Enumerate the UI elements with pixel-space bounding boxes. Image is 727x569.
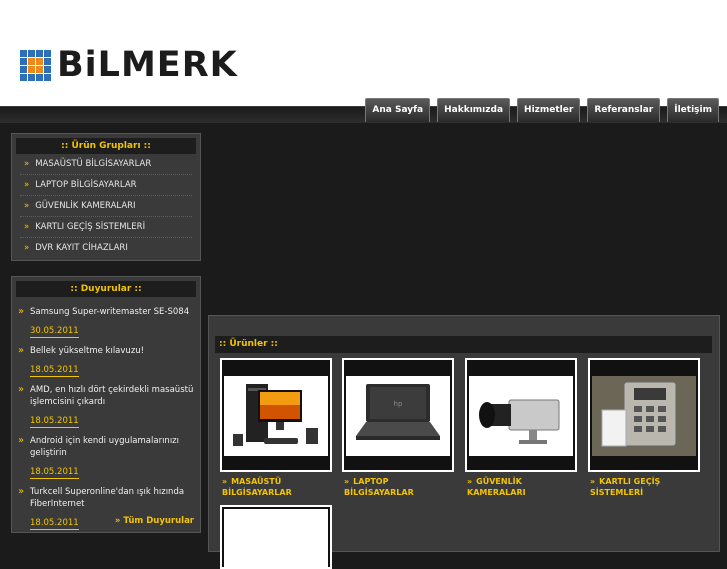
news-item-title[interactable]: Bellek yükseltme kılavuzu!	[30, 345, 196, 357]
product-groups-panel: :: Ürün Grupları :: » MASAÜSTÜ BİLGİSAYAR…	[11, 133, 201, 261]
nav-item-home[interactable]: Ana Sayfa	[365, 98, 431, 122]
product-image-frame[interactable]	[220, 358, 332, 472]
category-list: » MASAÜSTÜ BİLGİSAYARLAR » LAPTOP BİLGİSAY…	[20, 154, 192, 258]
news-item-date: 18.05.2011	[30, 467, 79, 479]
brand-logo[interactable]: BiLMERK	[20, 48, 238, 83]
chevron-right-icon: »	[18, 345, 25, 356]
laptop-image: hp	[346, 376, 450, 456]
product-card-extra[interactable]	[220, 505, 332, 569]
news-item-date: 30.05.2011	[30, 326, 79, 338]
product-label[interactable]: » MASAÜSTÜ BİLGİSAYARLAR	[220, 476, 332, 498]
category-label: LAPTOP BİLGİSAYARLAR	[35, 180, 137, 190]
nav-item-contact[interactable]: İletişim	[667, 98, 719, 122]
product-label[interactable]: » GÜVENLİK KAMERALARI	[465, 476, 577, 498]
chevron-right-icon: »	[18, 435, 25, 446]
chevron-right-icon: »	[222, 477, 228, 486]
chevron-right-icon: »	[467, 477, 473, 486]
product-image-frame[interactable]: hp	[342, 358, 454, 472]
product-card-access[interactable]: » KARTLI GEÇİŞ SİSTEMLERİ	[588, 358, 700, 498]
product-label-text: MASAÜSTÜ BİLGİSAYARLAR	[222, 477, 292, 497]
product-image-frame[interactable]	[588, 358, 700, 472]
chevron-right-icon: »	[344, 477, 350, 486]
news-item[interactable]: » Android için kendi uygulamalarınızı gel…	[16, 435, 196, 479]
chevron-right-icon: »	[18, 306, 25, 317]
nav-item-services[interactable]: Hizmetler	[517, 98, 581, 122]
chevron-right-icon: »	[24, 222, 30, 232]
category-label: GÜVENLİK KAMERALARI	[35, 201, 136, 211]
nav-item-references[interactable]: Referanslar	[587, 98, 661, 122]
svg-text:hp: hp	[394, 400, 403, 408]
news-item-title[interactable]: AMD, en hızlı dört çekirdekli masaüstü i…	[30, 384, 196, 408]
chevron-right-icon: »	[24, 180, 30, 190]
news-item-title[interactable]: Samsung Super-writemaster SE-S084	[30, 306, 196, 318]
all-news-link[interactable]: » Tüm Duyurular	[115, 516, 194, 526]
category-label: DVR KAYIT CİHAZLARI	[35, 243, 128, 253]
product-label-text: GÜVENLİK KAMERALARI	[467, 477, 526, 497]
category-item-access[interactable]: » KARTLI GEÇİŞ SİSTEMLERİ	[20, 217, 192, 238]
category-label: MASAÜSTÜ BİLGİSAYARLAR	[35, 159, 152, 169]
product-label[interactable]: » LAPTOP BİLGİSAYARLAR	[342, 476, 454, 498]
news-item-date: 18.05.2011	[30, 365, 79, 377]
products-title: :: Ürünler ::	[215, 336, 712, 353]
chevron-right-icon: »	[24, 159, 30, 169]
news-item[interactable]: » Samsung Super-writemaster SE-S084 30.05.…	[16, 306, 196, 338]
products-panel: :: Ürünler :: » MASAÜSTÜ BİLGİSAYARLAR h…	[208, 315, 720, 569]
news-item-date: 18.05.2011	[30, 518, 79, 530]
site-header: BiLMERK	[0, 0, 727, 106]
chevron-right-icon: »	[18, 486, 25, 497]
news-item-date: 18.05.2011	[30, 416, 79, 428]
product-label-text: KARTLI GEÇİŞ SİSTEMLERİ	[590, 477, 661, 497]
blank-product-image	[224, 509, 328, 567]
news-item[interactable]: » AMD, en hızlı dört çekirdekli masaüstü …	[16, 384, 196, 428]
category-item-dvr[interactable]: » DVR KAYIT CİHAZLARI	[20, 238, 192, 258]
category-item-laptop[interactable]: » LAPTOP BİLGİSAYARLAR	[20, 175, 192, 196]
category-label: KARTLI GEÇİŞ SİSTEMLERİ	[35, 222, 146, 232]
category-item-camera[interactable]: » GÜVENLİK KAMERALARI	[20, 196, 192, 217]
chevron-right-icon: »	[24, 201, 30, 211]
product-label-text: LAPTOP BİLGİSAYARLAR	[344, 477, 414, 497]
chevron-right-icon: »	[18, 384, 25, 395]
desktop-computer-image	[224, 376, 328, 456]
brand-name: BiLMERK	[57, 45, 238, 85]
product-label[interactable]: » KARTLI GEÇİŞ SİSTEMLERİ	[588, 476, 700, 498]
access-control-image	[592, 376, 696, 456]
news-title: :: Duyurular ::	[16, 281, 196, 297]
news-item-title[interactable]: Turkcell Superonline'dan ışık hızında Fi…	[30, 486, 196, 510]
news-panel: :: Duyurular :: » Samsung Super-writemast…	[11, 276, 201, 533]
product-card-laptop[interactable]: hp » LAPTOP BİLGİSAYARLAR	[342, 358, 454, 498]
chevron-right-icon: »	[590, 477, 596, 486]
nav-item-about[interactable]: Hakkımızda	[437, 98, 511, 122]
security-camera-image	[469, 376, 573, 456]
news-item[interactable]: » Bellek yükseltme kılavuzu! 18.05.2011	[16, 345, 196, 377]
product-groups-title: :: Ürün Grupları ::	[16, 138, 196, 154]
category-item-desktop[interactable]: » MASAÜSTÜ BİLGİSAYARLAR	[20, 154, 192, 175]
product-card-camera[interactable]: » GÜVENLİK KAMERALARI	[465, 358, 577, 498]
news-item-title[interactable]: Android için kendi uygulamalarınızı geli…	[30, 435, 196, 459]
logo-grid-icon	[20, 50, 51, 81]
chevron-right-icon: »	[24, 243, 30, 253]
product-image-frame[interactable]	[220, 505, 332, 569]
news-list: » Samsung Super-writemaster SE-S084 30.05.…	[16, 306, 196, 530]
product-card-desktop[interactable]: » MASAÜSTÜ BİLGİSAYARLAR	[220, 358, 332, 498]
main-nav: Ana Sayfa Hakkımızda Hizmetler Referansl…	[365, 98, 719, 122]
product-image-frame[interactable]	[465, 358, 577, 472]
